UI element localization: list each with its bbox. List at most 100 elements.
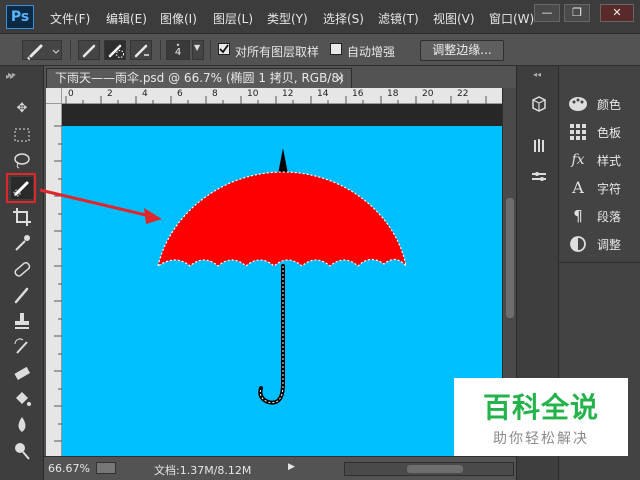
tool-highlight-box — [6, 173, 36, 203]
eyedropper-tool-icon[interactable] — [11, 232, 33, 254]
brush-presets-icon[interactable] — [529, 166, 549, 186]
panel-label: 段落 — [597, 210, 622, 224]
status-bar: 66.67% 文档:1.37M/8.12M ▶ — [44, 456, 516, 480]
eraser-tool-icon[interactable] — [11, 362, 33, 384]
menu-edit[interactable]: 编辑(E) — [106, 10, 147, 27]
ruler-tick-label: 4 — [142, 89, 148, 99]
ruler-tick-label: 14 — [317, 89, 329, 99]
ruler-tick-label: 16 — [352, 89, 364, 99]
menu-file[interactable]: 文件(F) — [50, 10, 90, 27]
quick-selection-icon — [27, 44, 60, 60]
brush-size-preview[interactable]: • 4 — [166, 40, 190, 60]
preview-icon[interactable] — [96, 462, 116, 474]
move-tool-icon[interactable]: ✥ — [11, 98, 33, 120]
refine-edge-button[interactable]: 调整边缘... — [420, 40, 504, 61]
brush-size-dropdown[interactable]: ▼ — [192, 40, 204, 60]
menu-view[interactable]: 视图(V) — [433, 10, 475, 27]
new-selection-mode[interactable] — [78, 40, 100, 60]
sample-all-layers-checkbox[interactable] — [218, 43, 230, 55]
separator — [160, 40, 161, 60]
subtract-selection-mode[interactable] — [130, 40, 152, 60]
tools-collapse-icon[interactable]: ▸▸ — [6, 72, 14, 81]
history-brush-tool-icon[interactable] — [11, 336, 33, 358]
brush-add-icon — [108, 44, 124, 58]
options-bar: • 4 ▼ 对所有图层取样 自动增强 调整边缘... — [0, 34, 640, 66]
palette-icon — [567, 93, 589, 115]
ruler-tick-label: 2 — [107, 89, 113, 99]
brush-size-value: 4 — [174, 47, 182, 58]
brush-new-icon — [82, 44, 96, 58]
ruler-vertical-ticks — [54, 125, 62, 442]
horizontal-scroll-thumb[interactable] — [407, 465, 463, 473]
ruler-tick-label: 12 — [282, 89, 294, 99]
tool-presets-icon[interactable] — [529, 136, 549, 156]
close-button[interactable]: ✕ — [600, 4, 634, 22]
horizontal-scrollbar[interactable] — [344, 462, 514, 476]
panel-swatches[interactable]: 色板 — [567, 120, 639, 144]
lasso-tool-icon[interactable] — [11, 150, 33, 172]
paragraph-icon: ¶ — [573, 207, 583, 225]
ruler-tick-label: 8 — [212, 89, 218, 99]
brush-subtract-icon — [134, 44, 149, 58]
ruler-tick-label: 18 — [387, 89, 399, 99]
panel-label: 字符 — [597, 182, 622, 196]
marquee-tool-icon[interactable] — [11, 124, 33, 146]
menu-window[interactable]: 窗口(W) — [489, 10, 534, 27]
document-canvas[interactable] — [62, 126, 502, 456]
document-title: 下雨天——雨伞.psd @ 66.7% (椭圆 1 拷贝, RGB/8) — [55, 71, 344, 85]
tool-preset-picker[interactable] — [22, 40, 62, 60]
ruler-tick-label: 20 — [422, 89, 434, 99]
3d-icon[interactable] — [529, 94, 549, 114]
vertical-scroll-thumb[interactable] — [506, 198, 514, 318]
close-tab-icon[interactable]: × — [335, 69, 345, 88]
panel-styles[interactable]: fx 样式 — [567, 148, 639, 172]
ruler-tick-label: 22 — [457, 89, 469, 99]
checkmark-icon — [219, 44, 229, 54]
status-menu-arrow-icon[interactable]: ▶ — [288, 462, 295, 472]
sample-all-layers-label: 对所有图层取样 — [235, 45, 320, 59]
separator — [210, 40, 211, 60]
adjustments-icon — [567, 233, 589, 255]
menu-select[interactable]: 选择(S) — [323, 10, 364, 27]
minimize-button[interactable]: — — [534, 4, 560, 22]
menu-filter[interactable]: 滤镜(T) — [378, 10, 419, 27]
watermark-badge: 百科全说 助你轻松解决 — [454, 378, 628, 456]
photoshop-logo: Ps — [6, 5, 34, 29]
panel-label: 样式 — [597, 154, 622, 168]
add-selection-mode[interactable] — [104, 40, 126, 60]
auto-enhance-checkbox[interactable] — [330, 43, 342, 55]
swatches-icon — [567, 121, 589, 143]
paint-bucket-tool-icon[interactable] — [11, 388, 33, 410]
character-icon: A — [572, 178, 584, 197]
auto-enhance-label: 自动增强 — [347, 45, 396, 59]
dock-collapse-icon[interactable]: ◂◂ — [533, 70, 541, 79]
panel-color[interactable]: 颜色 — [567, 92, 639, 116]
ruler-tick-label: 10 — [247, 89, 259, 99]
document-tab[interactable]: 下雨天——雨伞.psd @ 66.7% (椭圆 1 拷贝, RGB/8) × — [46, 68, 352, 88]
panel-character[interactable]: A 字符 — [567, 176, 639, 200]
tools-panel: ▸▸ ✥ — [0, 66, 44, 480]
watermark-subtitle: 助你轻松解决 — [493, 431, 589, 447]
zoom-level[interactable]: 66.67% — [48, 462, 90, 475]
separator — [70, 40, 71, 60]
chevron-down-icon: ▼ — [194, 43, 201, 52]
panel-paragraph[interactable]: ¶ 段落 — [567, 204, 639, 228]
restore-button[interactable]: ❐ — [564, 4, 590, 22]
panel-label: 调整 — [597, 238, 622, 252]
menu-type[interactable]: 类型(Y) — [267, 10, 308, 27]
ruler-tick-label: 0 — [68, 89, 74, 99]
healing-brush-tool-icon[interactable] — [11, 258, 33, 280]
ruler-corner — [46, 88, 62, 104]
crop-tool-icon[interactable] — [11, 206, 33, 228]
dodge-tool-icon[interactable] — [11, 440, 33, 462]
menu-image[interactable]: 图像(I) — [160, 10, 197, 27]
brush-tool-icon[interactable] — [11, 284, 33, 306]
blur-tool-icon[interactable] — [11, 414, 33, 436]
clone-stamp-tool-icon[interactable] — [11, 310, 33, 332]
menu-layer[interactable]: 图层(L) — [213, 10, 253, 27]
panel-divider — [559, 262, 640, 263]
document-size: 文档:1.37M/8.12M — [154, 464, 252, 477]
panel-adjustments[interactable]: 调整 — [567, 232, 639, 256]
ruler-horizontal: 0 2 4 6 8 10 12 14 16 18 20 22 — [62, 88, 502, 104]
panel-label: 颜色 — [597, 98, 622, 112]
